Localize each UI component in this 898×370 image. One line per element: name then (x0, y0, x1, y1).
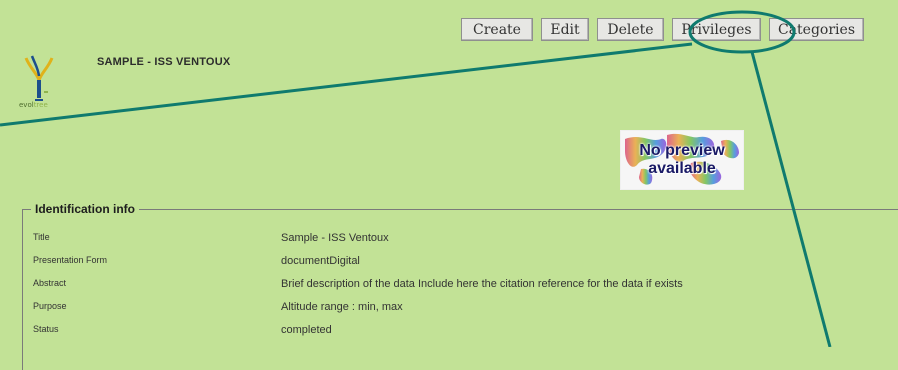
privileges-button[interactable]: Privileges (672, 18, 761, 41)
toolbar: Create Edit Delete Privileges Categories (461, 18, 864, 41)
field-value: documentDigital (281, 255, 360, 267)
no-preview-line2: available (648, 160, 716, 177)
field-label: Abstract (33, 278, 67, 288)
no-preview-line1: No preview (639, 142, 725, 159)
field-value: Sample - ISS Ventoux (281, 232, 389, 244)
field-label: Presentation Form (33, 255, 108, 265)
field-label: Status (33, 324, 59, 334)
field-label: Purpose (33, 301, 67, 311)
field-value: Brief description of the data Include he… (281, 278, 683, 290)
logo-wordmark: evoltree (19, 101, 48, 109)
edit-button[interactable]: Edit (541, 18, 589, 41)
no-preview-image: No preview available (620, 130, 744, 190)
field-value: completed (281, 324, 332, 336)
categories-button[interactable]: Categories (769, 18, 864, 41)
create-button[interactable]: Create (461, 18, 533, 41)
field-value: Altitude range : min, max (281, 301, 403, 313)
section-legend: Identification info (31, 202, 139, 216)
page-title: SAMPLE - ISS VENTOUX (97, 56, 231, 68)
delete-button[interactable]: Delete (597, 18, 664, 41)
field-label: Title (33, 232, 50, 242)
